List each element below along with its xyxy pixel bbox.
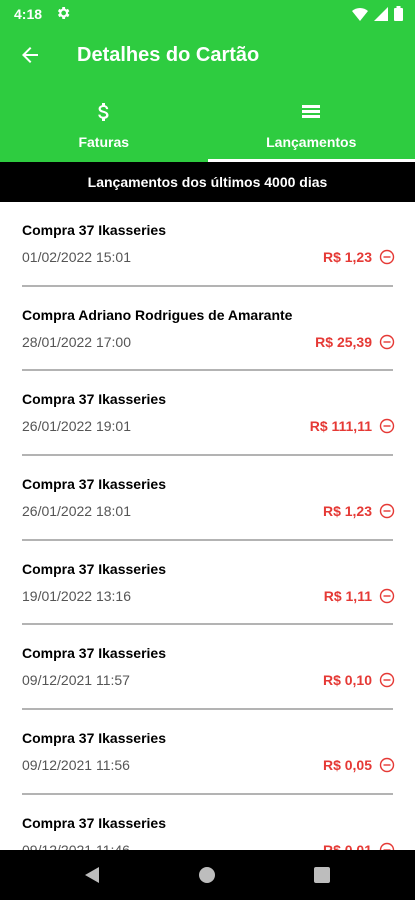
recents-square-icon[interactable] [312, 865, 332, 885]
transaction-amount: R$ 0,10 [322, 672, 372, 689]
signal-icon [374, 6, 388, 21]
transaction-name: Compra Adriano Rodrigues de Amarante [22, 306, 293, 323]
list-item[interactable]: Compra 37 Ikasseries 09/12/2021 11:46 R$… [0, 795, 415, 850]
transaction-name: Compra 37 Ikasseries [22, 814, 166, 831]
transaction-date: 19/01/2022 13:16 [22, 587, 131, 604]
section-header: Lançamentos dos últimos 4000 dias [0, 162, 415, 202]
status-bar: 4:18 [0, 0, 415, 28]
transaction-name: Compra 37 Ikasseries [22, 391, 166, 408]
tab-faturas-label: Faturas [78, 134, 130, 150]
list-item[interactable]: Compra 37 Ikasseries 26/01/2022 19:01 R$… [0, 371, 415, 457]
transaction-amount: R$ 25,39 [315, 333, 372, 350]
tab-lancamentos-label: Lançamentos [266, 134, 357, 150]
list-item[interactable]: Compra 37 Ikasseries 01/02/2022 15:01 R$… [0, 202, 415, 287]
transaction-name: Compra 37 Ikasseries [22, 560, 166, 577]
home-circle-icon[interactable] [197, 865, 217, 885]
minus-circle-icon [379, 673, 395, 688]
dollar-icon [98, 103, 109, 121]
list-icon [302, 105, 321, 118]
tab-bar: Faturas Lançamentos [0, 94, 415, 162]
tab-faturas[interactable]: Faturas [0, 94, 208, 162]
status-icons [352, 6, 403, 21]
transaction-amount: R$ 0,05 [322, 757, 372, 774]
system-nav-bar [0, 850, 415, 900]
status-time: 4:18 [14, 6, 43, 22]
minus-circle-icon [379, 419, 395, 434]
transaction-name: Compra 37 Ikasseries [22, 730, 166, 747]
transaction-amount: R$ 1,23 [322, 249, 372, 265]
app-bar: Detalhes do Cartão Faturas Lançamentos [0, 28, 415, 162]
wifi-icon [352, 7, 368, 21]
minus-circle-icon [379, 588, 395, 603]
transaction-amount: R$ 1,23 [322, 503, 372, 520]
list-item[interactable]: Compra 37 Ikasseries 26/01/2022 18:01 R$… [0, 456, 415, 541]
tab-lancamentos[interactable]: Lançamentos [207, 94, 415, 162]
minus-circle-icon [379, 757, 395, 773]
transaction-amount: R$ 1,11 [323, 587, 372, 604]
transaction-date: 09/12/2021 11:56 [22, 757, 130, 774]
minus-circle-icon [379, 842, 395, 850]
transaction-amount: R$ 0,01 [322, 841, 372, 850]
list-item[interactable]: Compra 37 Ikasseries 09/12/2021 11:56 R$… [0, 710, 415, 795]
transaction-name: Compra 37 Ikasseries [22, 222, 166, 238]
minus-circle-icon [379, 334, 395, 349]
page-title: Detalhes do Cartão [77, 44, 260, 66]
list-item[interactable]: Compra 37 Ikasseries 09/12/2021 11:57 R$… [0, 625, 415, 711]
minus-circle-icon [379, 503, 395, 519]
transaction-amount: R$ 111,11 [309, 418, 372, 435]
transaction-date: 28/01/2022 17:00 [22, 333, 131, 350]
back-arrow-icon[interactable] [18, 43, 42, 67]
back-triangle-icon[interactable] [83, 865, 103, 885]
list-item[interactable]: Compra 37 Ikasseries 19/01/2022 13:16 R$… [0, 541, 415, 626]
transaction-name: Compra 37 Ikasseries [22, 645, 166, 662]
minus-circle-icon [379, 249, 395, 265]
transaction-date: 01/02/2022 15:01 [22, 249, 131, 265]
transaction-date: 26/01/2022 18:01 [22, 503, 131, 520]
list-item[interactable]: Compra Adriano Rodrigues de Amarante 28/… [0, 287, 415, 372]
transactions-list[interactable]: Compra 37 Ikasseries 01/02/2022 15:01 R$… [0, 202, 415, 850]
battery-icon [394, 6, 403, 21]
transaction-date: 09/12/2021 11:57 [22, 672, 130, 689]
transaction-date: 26/01/2022 19:01 [22, 418, 131, 435]
gear-icon [57, 7, 70, 19]
transaction-date: 09/12/2021 11:46 [22, 841, 130, 850]
transaction-name: Compra 37 Ikasseries [22, 476, 166, 493]
